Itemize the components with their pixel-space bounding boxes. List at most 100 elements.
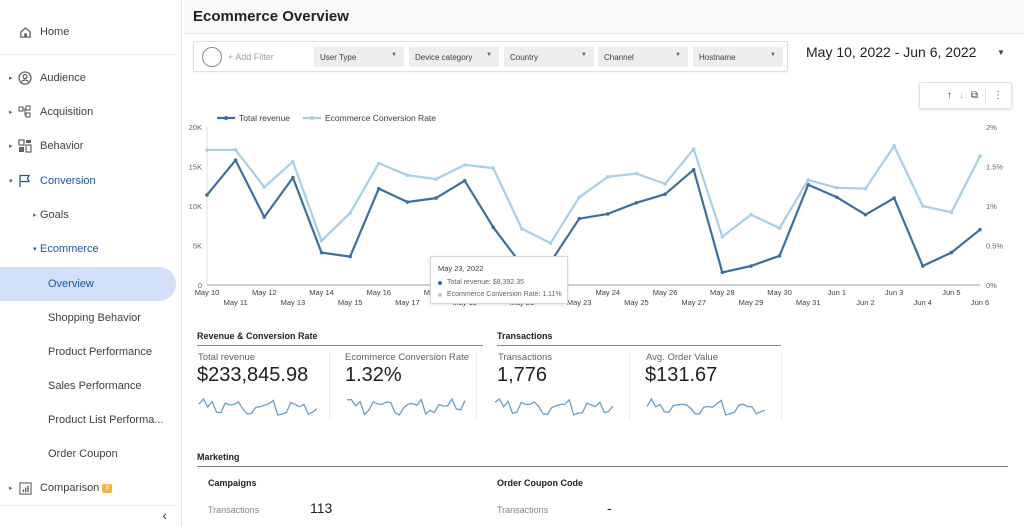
sparkline-aov bbox=[646, 397, 766, 416]
caret-right-icon: ▸ bbox=[9, 75, 13, 82]
caret-right-icon: ▸ bbox=[9, 109, 13, 116]
bar-chart-icon bbox=[18, 481, 32, 495]
sidebar-item-label: Conversion bbox=[40, 175, 96, 187]
sidebar-item-audience[interactable]: ▸ Audience bbox=[0, 61, 176, 95]
data-point-revenue bbox=[863, 212, 868, 217]
date-range-dropdown-icon[interactable]: ▼ bbox=[997, 48, 1005, 57]
data-point-revenue bbox=[949, 250, 954, 255]
data-point-revenue bbox=[892, 196, 896, 200]
person-circle-icon bbox=[18, 71, 32, 85]
x-tick-label: May 14 bbox=[309, 288, 334, 297]
kpi-transactions: 1,776 bbox=[497, 364, 548, 386]
x-tick-label: May 27 bbox=[681, 298, 706, 307]
y-left-tick-label: 20K bbox=[189, 123, 202, 132]
sidebar-item-product-list-performance[interactable]: Product List Performa... bbox=[0, 403, 176, 437]
sidebar-item-label: Acquisition bbox=[40, 106, 94, 118]
filter-hostname[interactable]: Hostname ▼ bbox=[693, 47, 783, 67]
sidebar-item-overview[interactable]: Overview bbox=[0, 267, 176, 301]
sidebar-item-ecommerce[interactable]: ▾ Ecommerce bbox=[0, 232, 176, 266]
filter-user-type[interactable]: User Type ▼ bbox=[314, 47, 404, 67]
x-tick-label: May 24 bbox=[596, 288, 621, 297]
x-tick-label: Jun 2 bbox=[856, 298, 874, 307]
data-point-conversion bbox=[491, 166, 496, 170]
data-point-conversion bbox=[520, 227, 524, 231]
caret-down-icon: ▾ bbox=[9, 178, 13, 185]
sidebar-item-behavior[interactable]: ▸ Behavior bbox=[0, 129, 176, 163]
dashboard-icon bbox=[18, 139, 32, 153]
data-point-revenue bbox=[319, 250, 324, 255]
campaigns-title: Campaigns bbox=[208, 478, 257, 488]
sidebar-item-label: Home bbox=[40, 26, 70, 38]
data-point-conversion bbox=[634, 171, 639, 176]
collapse-sidebar-button[interactable]: ‹ bbox=[162, 507, 167, 523]
tooltip-revenue-row: Total revenue: $8,392.35 bbox=[438, 279, 524, 286]
kpi-label: Total revenue bbox=[198, 352, 256, 363]
y-right-tick-label: 1% bbox=[986, 202, 997, 211]
add-filter-button[interactable]: + Add Filter bbox=[202, 47, 274, 67]
campaigns-transactions-value: 113 bbox=[310, 500, 333, 516]
page-header: Ecommerce Overview bbox=[183, 0, 1024, 34]
caret-down-icon: ▾ bbox=[33, 246, 37, 253]
sidebar-item-shopping-behavior[interactable]: Shopping Behavior bbox=[0, 301, 176, 335]
x-tick-label: May 16 bbox=[366, 288, 391, 297]
sidebar-item-acquisition[interactable]: ▸ Acquisition bbox=[0, 95, 176, 129]
data-point-revenue bbox=[262, 215, 267, 219]
tooltip-date: May 23, 2022 bbox=[438, 264, 484, 273]
sidebar-item-home[interactable]: Home bbox=[0, 15, 176, 49]
sidebar-item-comparison[interactable]: ▸ Comparison β bbox=[0, 471, 176, 505]
sidebar-item-sales-performance[interactable]: Sales Performance bbox=[0, 369, 176, 403]
flag-icon bbox=[18, 174, 32, 188]
revenue-conversion-chart: 05K10K15K20K0%0.5%1%1.5%2%May 10May 11Ma… bbox=[189, 113, 1004, 307]
data-point-conversion bbox=[863, 186, 868, 191]
data-point-revenue bbox=[606, 212, 610, 216]
caret-right-icon: ▸ bbox=[9, 485, 13, 492]
sidebar-item-goals[interactable]: ▸ Goals bbox=[0, 198, 176, 232]
y-right-tick-label: 1.5% bbox=[986, 163, 1003, 172]
data-point-conversion bbox=[233, 148, 238, 152]
sidebar-item-label: Shopping Behavior bbox=[48, 312, 141, 324]
date-range-picker[interactable]: May 10, 2022 - Jun 6, 2022 bbox=[806, 44, 976, 60]
app-root: Home ▸ Audience ▸ Acquisition ▸ Behavior… bbox=[0, 0, 1024, 527]
section-divider bbox=[197, 345, 483, 346]
chart-tooltip: May 23, 2022 Total revenue: $8,392.35 Ec… bbox=[430, 256, 568, 304]
sidebar-item-conversion[interactable]: ▾ Conversion bbox=[0, 164, 176, 198]
data-point-revenue bbox=[835, 195, 839, 200]
data-point-revenue bbox=[920, 264, 925, 268]
export-icon[interactable]: ⧉ bbox=[971, 90, 978, 101]
x-tick-label: Jun 3 bbox=[885, 288, 903, 297]
data-point-conversion bbox=[720, 235, 725, 239]
more-options-icon[interactable]: ⋮ bbox=[993, 90, 1003, 101]
sort-descending-icon[interactable]: ↓ bbox=[959, 90, 964, 101]
data-point-revenue bbox=[749, 264, 753, 268]
sidebar-item-label: Overview bbox=[48, 278, 94, 290]
filter-country[interactable]: Country ▼ bbox=[504, 47, 594, 67]
sidebar-item-product-performance[interactable]: Product Performance bbox=[0, 335, 176, 369]
data-point-conversion bbox=[691, 147, 696, 151]
data-point-conversion bbox=[434, 177, 438, 181]
data-point-conversion bbox=[205, 148, 209, 152]
filter-device-category[interactable]: Device category ▼ bbox=[409, 47, 499, 67]
coupon-transactions-label: Transactions bbox=[497, 505, 549, 515]
sidebar-item-order-coupon[interactable]: Order Coupon bbox=[0, 437, 176, 471]
data-point-revenue bbox=[777, 253, 782, 258]
data-point-conversion bbox=[777, 226, 782, 230]
data-point-conversion bbox=[606, 174, 610, 179]
sparkline-conversion bbox=[347, 397, 466, 416]
flow-icon bbox=[18, 105, 32, 119]
section-divider bbox=[197, 466, 1008, 467]
card-divider bbox=[781, 352, 782, 420]
kpi-total-revenue: $233,845.98 bbox=[197, 364, 309, 386]
data-point-conversion bbox=[262, 185, 267, 189]
x-tick-label: Jun 5 bbox=[942, 288, 960, 297]
sidebar-item-label: Ecommerce bbox=[40, 243, 99, 255]
dropdown-arrow-icon: ▼ bbox=[770, 52, 776, 58]
data-point-revenue bbox=[720, 270, 725, 275]
data-point-revenue bbox=[291, 175, 295, 180]
sort-ascending-icon[interactable]: ↑ bbox=[947, 90, 952, 101]
sparkline-revenue bbox=[198, 397, 318, 416]
comparison-label: Comparison bbox=[40, 482, 100, 494]
sidebar-divider bbox=[0, 505, 176, 506]
x-tick-label: Jun 1 bbox=[828, 288, 846, 297]
sidebar-item-label: Product Performance bbox=[48, 346, 152, 358]
filter-channel[interactable]: Channel ▼ bbox=[598, 47, 688, 67]
